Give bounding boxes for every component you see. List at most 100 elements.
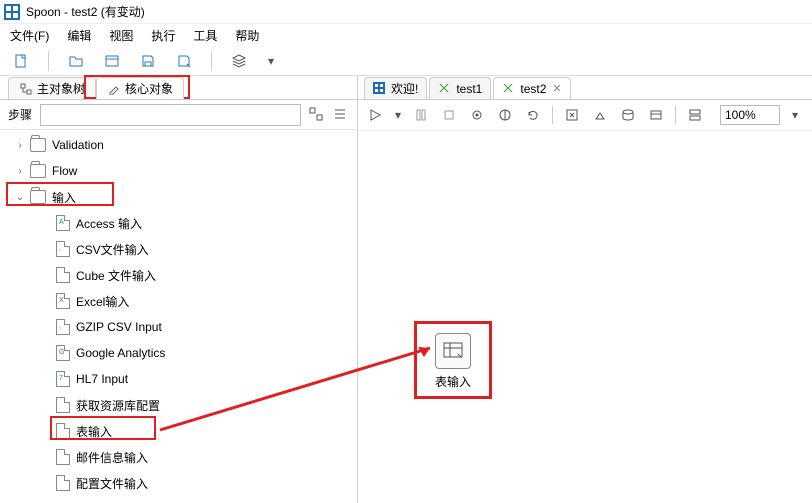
tree-item[interactable]: 配置文件输入 <box>0 470 357 496</box>
pause-icon[interactable] <box>412 106 430 124</box>
menubar: 文件(F) 编辑 视图 执行 工具 帮助 <box>0 24 812 46</box>
explore-icon[interactable] <box>103 52 121 70</box>
titlebar: Spoon - test2 (有变动) <box>0 0 812 24</box>
tree-label: Validation <box>52 138 104 152</box>
tab-test1[interactable]: test1 <box>429 77 491 99</box>
node-label: 表输入 <box>423 373 483 390</box>
replay-icon[interactable] <box>524 106 542 124</box>
tab-core-objects[interactable]: 核心对象 <box>96 77 184 99</box>
stop-icon[interactable] <box>440 106 458 124</box>
tree-item[interactable]: , GZIP CSV Input <box>0 314 357 340</box>
open-icon[interactable] <box>67 52 85 70</box>
content-area: 欢迎! test1 test2 ✕ ▾ <box>358 76 812 503</box>
save-as-icon[interactable] <box>175 52 193 70</box>
document-icon <box>56 475 70 491</box>
canvas[interactable]: 表输入 <box>358 130 812 503</box>
menu-run[interactable]: 执行 <box>151 27 175 44</box>
toolbar-separator <box>211 51 212 71</box>
canvas-node-table-input[interactable]: 表输入 <box>423 333 483 390</box>
tree-item-label: 表输入 <box>76 423 112 440</box>
tab-welcome-label: 欢迎! <box>391 80 418 97</box>
tree-item-label: Access 输入 <box>76 215 142 232</box>
tree-item[interactable]: GGoogle Analytics <box>0 340 357 366</box>
tree-folder-validation[interactable]: › Validation <box>0 132 357 158</box>
window-title: Spoon - test2 (有变动) <box>26 3 145 20</box>
tab-test2-label: test2 <box>520 82 546 96</box>
tree-item[interactable]: ,CSV文件输入 <box>0 236 357 262</box>
search-input[interactable] <box>40 104 301 126</box>
tab-core-objects-label: 核心对象 <box>125 80 173 97</box>
tree-item[interactable]: Cube 文件输入 <box>0 262 357 288</box>
tree-item[interactable]: 获取资源库配置 <box>0 392 357 418</box>
perspective-icon[interactable] <box>230 52 248 70</box>
document-icon: 7 <box>56 371 70 387</box>
menu-view[interactable]: 视图 <box>109 27 133 44</box>
zoom-input[interactable] <box>720 105 780 125</box>
tree-folder-flow[interactable]: › Flow <box>0 158 357 184</box>
sql-icon[interactable] <box>619 106 637 124</box>
expand-all-icon[interactable] <box>309 107 325 123</box>
tree-item-label: CSV文件输入 <box>76 241 149 258</box>
tree-item[interactable]: 7HL7 Input <box>0 366 357 392</box>
tree-item-label: 配置文件输入 <box>76 475 148 492</box>
save-icon[interactable] <box>139 52 157 70</box>
tab-main-tree[interactable]: 主对象树 <box>8 77 96 99</box>
toolbar-separator <box>675 106 676 124</box>
steps-label: 步骤 <box>8 106 32 123</box>
tree-label: 输入 <box>52 189 76 206</box>
collapse-all-icon[interactable] <box>333 107 349 123</box>
tab-main-tree-label: 主对象树 <box>37 80 85 97</box>
new-file-icon[interactable] <box>12 52 30 70</box>
document-icon: , <box>56 319 70 335</box>
menu-file[interactable]: 文件(F) <box>10 27 49 44</box>
document-icon <box>56 267 70 283</box>
tree-icon <box>19 82 33 96</box>
menu-tools[interactable]: 工具 <box>193 27 217 44</box>
document-icon: X <box>56 293 70 309</box>
impact-icon[interactable] <box>591 106 609 124</box>
main-toolbar: ▾ <box>0 46 812 76</box>
tree-view[interactable]: › Validation › Flow ⌄ 输入 AAccess 输入 ,CSV… <box>0 130 357 503</box>
transform-icon <box>438 82 452 96</box>
tree-item-label: Cube 文件输入 <box>76 267 156 284</box>
folder-icon <box>30 190 46 204</box>
toolbar-separator <box>552 106 553 124</box>
tab-welcome[interactable]: 欢迎! <box>364 77 427 99</box>
preview-icon[interactable] <box>468 106 486 124</box>
tree-item-label: Excel输入 <box>76 293 129 310</box>
expand-icon[interactable]: › <box>10 140 30 151</box>
search-row: 步骤 <box>0 100 357 130</box>
chevron-down-icon[interactable]: ▾ <box>790 106 800 124</box>
tree-item-label: GZIP CSV Input <box>76 320 162 334</box>
node-box <box>435 333 471 369</box>
close-tab-icon[interactable]: ✕ <box>552 82 561 95</box>
document-icon <box>56 423 70 439</box>
tree-item[interactable]: 邮件信息输入 <box>0 444 357 470</box>
explore-db-icon[interactable] <box>647 106 665 124</box>
sidebar-tabs: 主对象树 核心对象 <box>0 76 357 100</box>
app-icon <box>4 4 20 20</box>
show-results-icon[interactable] <box>686 106 704 124</box>
folder-icon <box>30 138 46 152</box>
tab-test1-label: test1 <box>456 82 482 96</box>
tree-item[interactable]: X Excel输入 <box>0 288 357 314</box>
tree-item-table-input[interactable]: 表输入 <box>0 418 357 444</box>
tree-item[interactable]: AAccess 输入 <box>0 210 357 236</box>
sidebar: 主对象树 核心对象 步骤 › Validation › <box>0 76 358 503</box>
table-input-icon <box>441 339 465 363</box>
transform-icon <box>502 82 516 96</box>
tree-folder-input[interactable]: ⌄ 输入 <box>0 184 357 210</box>
chevron-down-icon[interactable]: ▾ <box>266 52 276 70</box>
menu-help[interactable]: 帮助 <box>235 27 259 44</box>
run-icon[interactable] <box>366 106 384 124</box>
debug-icon[interactable] <box>496 106 514 124</box>
menu-edit[interactable]: 编辑 <box>67 27 91 44</box>
collapse-icon[interactable]: ⌄ <box>10 192 30 203</box>
run-options-icon[interactable]: ▾ <box>394 106 402 124</box>
tree-label: Flow <box>52 164 77 178</box>
tab-test2[interactable]: test2 ✕ <box>493 77 570 99</box>
content-tabs: 欢迎! test1 test2 ✕ <box>358 76 812 100</box>
app-small-icon <box>373 82 387 96</box>
expand-icon[interactable]: › <box>10 166 30 177</box>
verify-icon[interactable] <box>563 106 581 124</box>
